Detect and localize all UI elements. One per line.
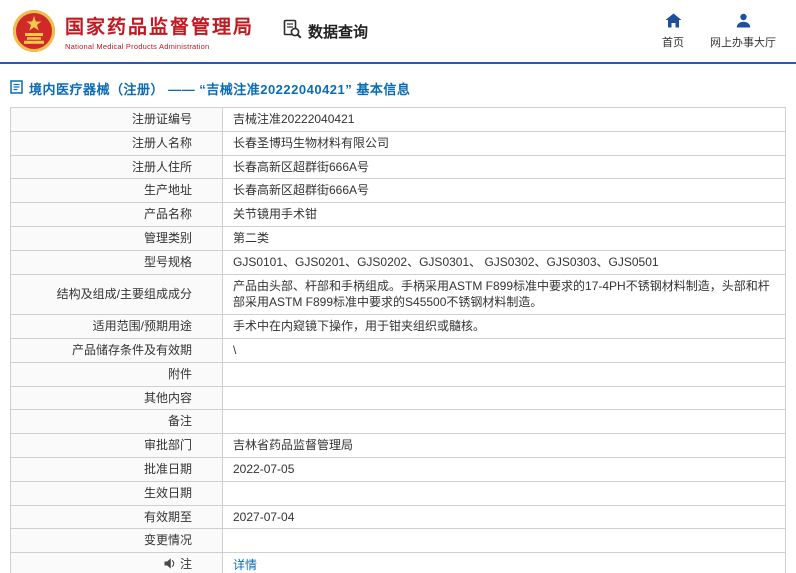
table-row: 产品名称 关节镜用手术钳	[10, 202, 786, 227]
nav-home-label: 首页	[662, 36, 684, 49]
agency-name-en: National Medical Products Administration	[65, 41, 210, 51]
row-value: 长春高新区超群街666A号	[222, 178, 786, 204]
speaker-icon	[164, 557, 176, 573]
row-label: 产品储存条件及有效期	[10, 337, 223, 363]
table-row: 型号规格 GJS0101、GJS0201、GJS0202、GJS0301、 GJS…	[10, 249, 786, 275]
header: 国家药品监督管理局 National Medical Products Admi…	[0, 0, 796, 64]
info-table-body: 注册证编号 吉械注准20222040421 注册人名称 长春圣博玛生物材料有限公司 注册…	[10, 107, 786, 573]
data-query-icon	[282, 19, 302, 43]
table-row: 产品储存条件及有效期 \	[10, 337, 786, 363]
data-query-tab[interactable]: 数据查询	[282, 19, 368, 43]
row-label: 注册证编号	[10, 107, 223, 132]
row-label: 生效日期	[10, 480, 223, 506]
row-label: 注册人名称	[10, 130, 223, 156]
row-value	[222, 385, 786, 411]
row-label: 型号规格	[10, 249, 223, 275]
row-value	[222, 361, 786, 387]
table-row: 备注	[10, 409, 786, 435]
table-row: 有效期至 2027-07-04	[10, 504, 786, 530]
row-label: 变更情况	[10, 528, 223, 554]
table-row: 注详情	[10, 552, 786, 573]
table-row: 管理类别 第二类	[10, 225, 786, 251]
table-row: 变更情况	[10, 528, 786, 554]
info-table: 注册证编号 吉械注准20222040421 注册人名称 长春圣博玛生物材料有限公司 注册…	[10, 107, 786, 573]
row-value: 2027-07-04	[222, 504, 786, 530]
table-row: 注册证编号 吉械注准20222040421	[10, 107, 786, 132]
page-title-row: 境内医疗器械（注册） —— “吉械注准20222040421” 基本信息	[0, 64, 796, 107]
data-query-label: 数据查询	[308, 23, 369, 41]
row-label: 注	[10, 552, 223, 573]
agency-name-cn: 国家药品监督管理局	[65, 16, 255, 38]
row-label: 审批部门	[10, 433, 223, 458]
row-label: 生产地址	[10, 178, 223, 204]
row-label: 附件	[10, 361, 223, 387]
row-value: 关节镜用手术钳	[222, 202, 786, 227]
table-row: 审批部门 吉林省药品监督管理局	[10, 433, 786, 458]
row-value: 长春高新区超群街666A号	[222, 154, 786, 180]
row-label: 结构及组成/主要组成成分	[10, 273, 223, 316]
page-title: 境内医疗器械（注册） —— “吉械注准20222040421” 基本信息	[29, 82, 411, 97]
nav-service-hall-label: 网上办事大厅	[710, 36, 776, 49]
row-value: 手术中在内窥镜下操作，用于钳夹组织或髓核。	[222, 314, 786, 339]
row-label: 注册人住所	[10, 154, 223, 180]
nav-service-hall[interactable]: 网上办事大厅	[710, 13, 776, 50]
row-value	[222, 480, 786, 506]
row-label: 批准日期	[10, 456, 223, 482]
row-value	[222, 528, 786, 554]
row-value	[222, 409, 786, 435]
row-label: 备注	[10, 409, 223, 435]
row-label: 管理类别	[10, 225, 223, 251]
table-row: 注册人名称 长春圣博玛生物材料有限公司	[10, 130, 786, 156]
row-label: 产品名称	[10, 202, 223, 227]
row-value: 吉林省药品监督管理局	[222, 433, 786, 458]
table-row: 附件	[10, 361, 786, 387]
agency-title-block: 国家药品监督管理局 National Medical Products Admi…	[65, 12, 254, 51]
table-row: 生效日期	[10, 480, 786, 506]
header-nav: 首页 网上办事大厅	[662, 13, 780, 50]
row-value: 吉械注准20222040421	[222, 107, 786, 132]
row-label: 其他内容	[10, 385, 223, 411]
nmpa-logo	[12, 9, 56, 53]
home-icon	[665, 13, 682, 31]
table-row: 结构及组成/主要组成成分 产品由头部、杆部和手柄组成。手柄采用ASTM F899标…	[10, 273, 786, 316]
row-value: 详情	[222, 552, 786, 573]
table-row: 批准日期 2022-07-05	[10, 456, 786, 482]
row-value: 2022-07-05	[222, 456, 786, 482]
person-icon	[736, 13, 751, 31]
row-value: 长春圣博玛生物材料有限公司	[222, 130, 786, 156]
row-value: 产品由头部、杆部和手柄组成。手柄采用ASTM F899标准中要求的17-4PH不…	[222, 273, 786, 316]
table-row: 注册人住所 长春高新区超群街666A号	[10, 154, 786, 180]
row-label: 有效期至	[10, 504, 223, 530]
table-row: 适用范围/预期用途 手术中在内窥镜下操作，用于钳夹组织或髓核。	[10, 314, 786, 339]
detail-link[interactable]: 详情	[233, 558, 257, 572]
table-row: 其他内容	[10, 385, 786, 411]
national-emblem-icon	[13, 10, 55, 52]
row-value: GJS0101、GJS0201、GJS0202、GJS0301、 GJS0302…	[222, 249, 786, 275]
row-label: 适用范围/预期用途	[10, 314, 223, 339]
table-row: 生产地址 长春高新区超群街666A号	[10, 178, 786, 204]
nav-home[interactable]: 首页	[662, 13, 684, 50]
document-icon	[10, 80, 23, 97]
row-value: 第二类	[222, 225, 786, 251]
row-value: \	[222, 337, 786, 363]
